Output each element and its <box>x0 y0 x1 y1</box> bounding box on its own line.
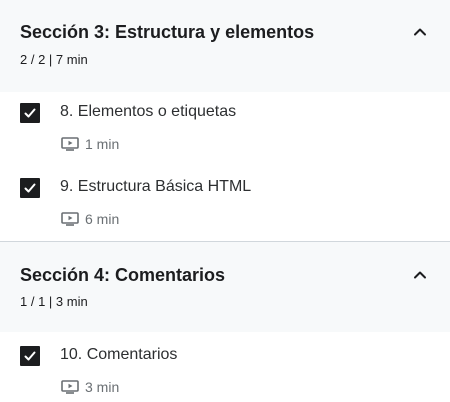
section-title: Sección 3: Estructura y elementos <box>20 22 315 42</box>
section-title: Sección 4: Comentarios <box>20 265 226 285</box>
section-meta: 2 / 2 | 7 min <box>20 52 88 67</box>
lecture-duration: 6 min <box>61 211 119 227</box>
section-4-header[interactable]: Sección 4: Comentarios 1 / 1 | 3 min <box>0 242 450 332</box>
video-icon <box>61 137 79 151</box>
lecture-title: 10. Comentarios <box>60 346 178 363</box>
check-icon <box>24 351 36 361</box>
check-icon <box>24 108 36 118</box>
video-icon <box>61 380 79 394</box>
duration-text: 6 min <box>85 211 120 227</box>
lecture-item[interactable]: 10. Comentarios 3 min <box>0 332 450 402</box>
checkbox[interactable] <box>20 178 40 198</box>
duration-text: 1 min <box>85 136 120 152</box>
checkbox[interactable] <box>20 103 40 123</box>
section-meta: 1 / 1 | 3 min <box>20 294 88 309</box>
checkbox[interactable] <box>20 346 40 366</box>
check-icon <box>24 183 36 193</box>
lecture-title: 8. Elementos o etiquetas <box>60 103 237 120</box>
lecture-item[interactable]: 8. Elementos o etiquetas 1 min <box>0 92 450 166</box>
video-icon <box>61 212 79 226</box>
lecture-duration: 3 min <box>61 379 119 395</box>
lecture-title: 9. Estructura Básica HTML <box>60 178 252 195</box>
lecture-item[interactable]: 9. Estructura Básica HTML 6 min <box>0 166 450 241</box>
chevron-up-icon[interactable] <box>412 24 428 40</box>
section-3-header[interactable]: Sección 3: Estructura y elementos 2 / 2 … <box>0 0 450 92</box>
duration-text: 3 min <box>85 379 120 395</box>
chevron-up-icon[interactable] <box>412 267 428 283</box>
lecture-duration: 1 min <box>61 136 119 152</box>
